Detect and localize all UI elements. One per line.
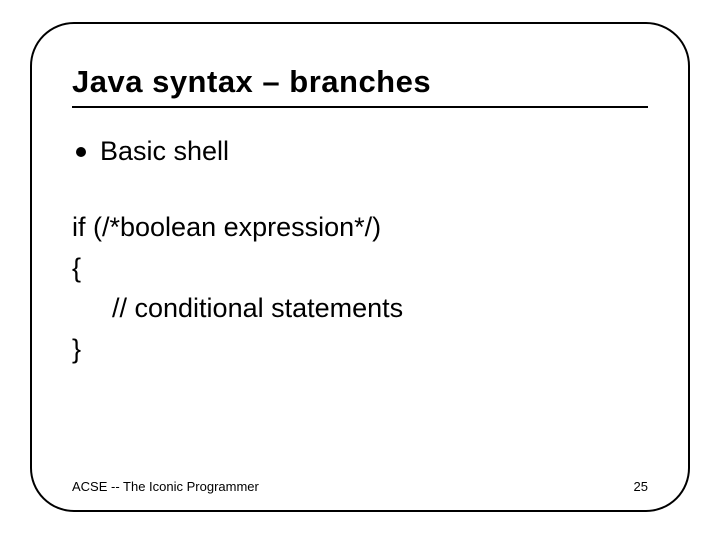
code-line-4: }: [72, 329, 648, 370]
title-underline: [72, 106, 648, 108]
slide-title: Java syntax – branches: [72, 64, 648, 100]
bullet-text: Basic shell: [100, 136, 229, 167]
code-line-1: if (/*boolean expression*/): [72, 207, 648, 248]
footer: ACSE -- The Iconic Programmer 25: [72, 479, 648, 494]
code-line-3: // conditional statements: [72, 288, 648, 329]
slide-frame: Java syntax – branches Basic shell if (/…: [30, 22, 690, 512]
bullet-icon: [76, 147, 86, 157]
bullet-item: Basic shell: [76, 136, 648, 167]
footer-left: ACSE -- The Iconic Programmer: [72, 479, 259, 494]
code-block: if (/*boolean expression*/) { // conditi…: [72, 207, 648, 369]
code-line-2: {: [72, 248, 648, 289]
page-number: 25: [634, 479, 648, 494]
